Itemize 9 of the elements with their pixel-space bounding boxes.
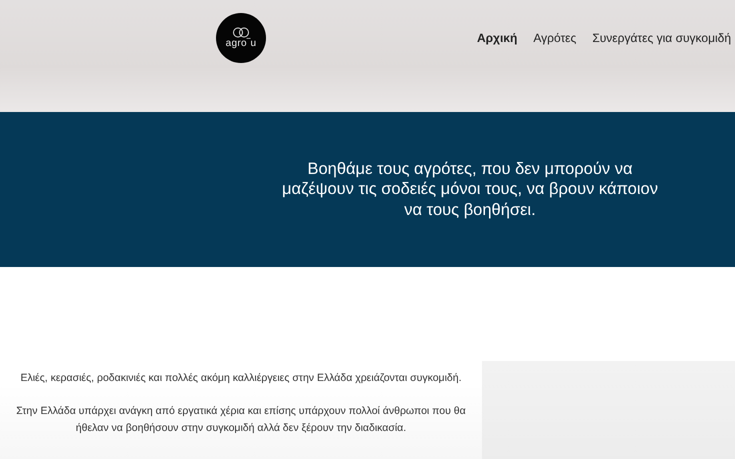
rings-icon [232, 27, 250, 38]
paragraph: Ελιές, κερασιές, ροδακινιές και πολλές ακόμη καλλιέργειες στην Ελλάδα χρειάζονται συγκομιδή. [19, 371, 463, 386]
nav-link[interactable]: Αγρότες [533, 31, 576, 45]
paragraph: Στην Ελλάδα υπάρχει ανάγκη από εργατικά χέρια και επίσης υπάρχουν πολλοί άνθρωποι που θα ήθελαν να βοηθήσουν στην συγκομιδή αλλά δεν ξέρουν την διαδικασία. [15, 404, 467, 436]
logo[interactable]: agro‾u [216, 13, 266, 63]
hero-text: Βοηθάμε τους αγρότες, που δεν μπορούν να μαζέψουν τις σοδειές μόνοι τους, να βρουν κάποιον να τους βοηθήσει. [281, 158, 659, 220]
nav-link[interactable]: Αρχική [476, 31, 518, 45]
logo-text: agro‾u [226, 38, 256, 49]
nav-link[interactable]: Συνεργάτες για συγκομιδή [592, 31, 731, 45]
